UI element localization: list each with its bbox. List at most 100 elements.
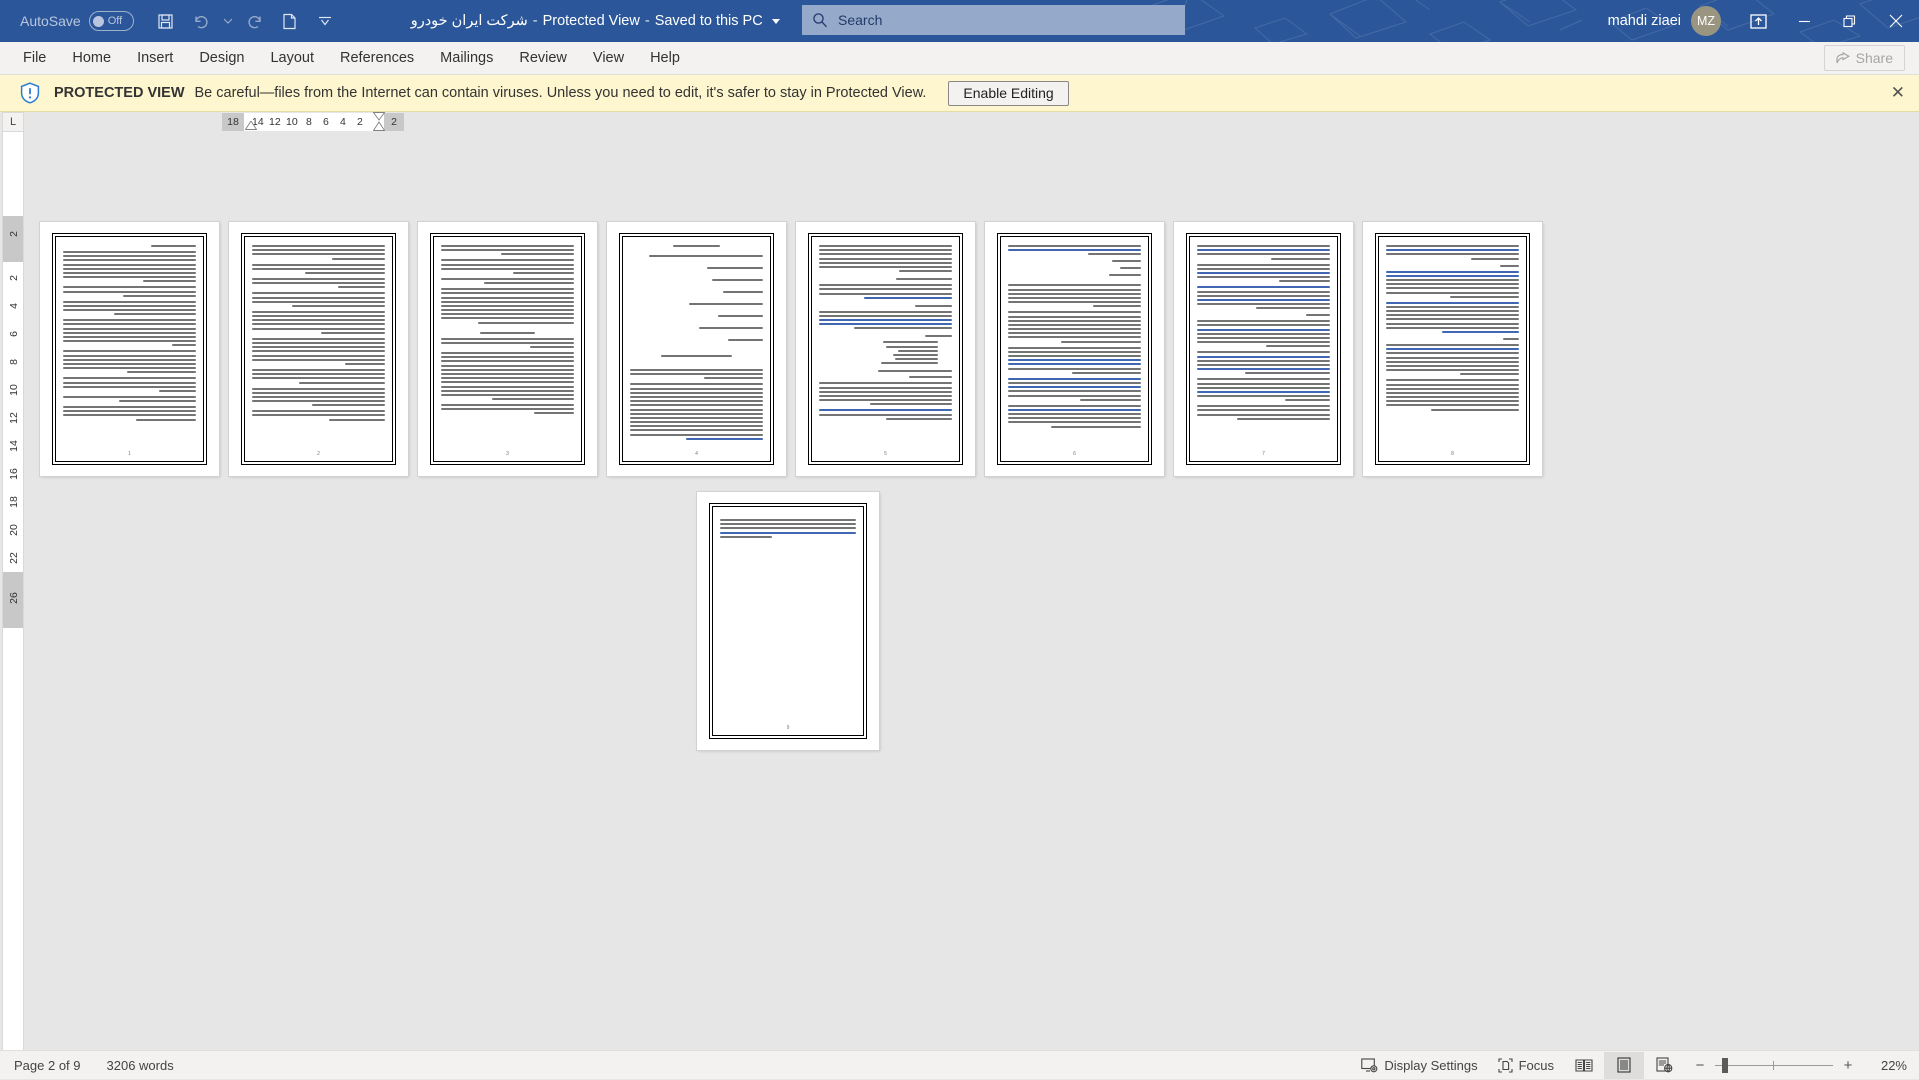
display-settings-label: Display Settings: [1384, 1058, 1477, 1073]
display-settings-button[interactable]: Display Settings: [1351, 1051, 1487, 1080]
ruler-tick-right-2: 2: [391, 116, 397, 128]
zoom-control[interactable]: − + 22%: [1694, 1051, 1907, 1080]
vruler-tick-14: 14: [8, 435, 20, 457]
title-bar-right-group: mahdi ziaei MZ: [1608, 0, 1919, 42]
title-separator-2: -: [645, 13, 650, 29]
page-number: 1: [56, 451, 203, 457]
close-banner-button[interactable]: ✕: [1891, 84, 1905, 101]
tab-selector-button[interactable]: L: [2, 112, 24, 132]
redo-button[interactable]: [239, 6, 271, 36]
document-title[interactable]: شرکت ایران خودرو - Protected View - Save…: [411, 13, 780, 29]
protected-view-title: PROTECTED VIEW: [54, 85, 185, 101]
undo-dropdown-button[interactable]: [220, 6, 236, 36]
status-bar: Page 2 of 9 3206 words Display Settings …: [0, 1050, 1919, 1079]
ruler-tick-8: 8: [306, 116, 312, 128]
chevron-down-icon[interactable]: [772, 19, 780, 24]
tab-home[interactable]: Home: [59, 42, 124, 75]
protected-view-message: Be careful—files from the Internet can c…: [195, 85, 927, 101]
display-settings-icon: [1361, 1058, 1378, 1073]
zoom-out-button[interactable]: −: [1694, 1057, 1706, 1074]
vertical-ruler[interactable]: 2 2 4 6 8 10 12 14 16 18 20 22 26: [2, 132, 24, 1050]
tab-references[interactable]: References: [327, 42, 427, 75]
tab-mailings[interactable]: Mailings: [427, 42, 506, 75]
focus-button[interactable]: Focus: [1488, 1051, 1564, 1080]
print-layout-view-button[interactable]: [1604, 1052, 1644, 1079]
zoom-in-button[interactable]: +: [1842, 1057, 1854, 1074]
document-page[interactable]: 8: [1363, 222, 1542, 476]
left-indent-marker[interactable]: [245, 121, 257, 130]
focus-label: Focus: [1519, 1058, 1554, 1073]
tab-help[interactable]: Help: [637, 42, 693, 75]
zoom-slider-midpoint: [1773, 1061, 1774, 1070]
search-input[interactable]: Search: [838, 12, 882, 28]
ruler-tick-10: 10: [286, 116, 298, 128]
page-number: 6: [1001, 451, 1148, 457]
page-number: 8: [1379, 451, 1526, 457]
document-page[interactable]: 5: [796, 222, 975, 476]
tab-insert[interactable]: Insert: [124, 42, 186, 75]
zoom-level-label[interactable]: 22%: [1869, 1058, 1907, 1073]
status-bar-right-group: Display Settings Focus: [1351, 1051, 1907, 1080]
save-button[interactable]: [150, 6, 182, 36]
vruler-tick-8: 8: [8, 351, 20, 373]
document-name-label: شرکت ایران خودرو: [411, 13, 528, 29]
document-page[interactable]: 2: [229, 222, 408, 476]
enable-editing-button[interactable]: Enable Editing: [948, 81, 1068, 106]
share-button[interactable]: Share: [1824, 45, 1905, 71]
document-page[interactable]: 7: [1174, 222, 1353, 476]
right-indent-marker[interactable]: [373, 112, 385, 132]
protected-view-banner: PROTECTED VIEW Be careful—files from the…: [0, 75, 1919, 112]
vruler-tick-16: 16: [8, 463, 20, 485]
vruler-tick-18: 18: [8, 491, 20, 513]
horizontal-ruler[interactable]: 18 14 12 10 8 6 4 2 2: [222, 113, 404, 131]
chevron-down-icon: [224, 18, 232, 24]
document-canvas[interactable]: 2 2 4 6 8 10 12 14 16 18 20 22 26: [0, 132, 1919, 1050]
close-button[interactable]: [1873, 0, 1919, 42]
new-document-button[interactable]: [274, 6, 306, 36]
search-box[interactable]: Search: [802, 5, 1185, 35]
avatar[interactable]: MZ: [1691, 6, 1721, 36]
web-layout-view-button[interactable]: [1644, 1052, 1684, 1079]
ruler-tick-4: 4: [340, 116, 346, 128]
tab-review[interactable]: Review: [506, 42, 580, 75]
page-number: 7: [1190, 451, 1337, 457]
document-page[interactable]: 1: [40, 222, 219, 476]
document-page[interactable]: 9: [697, 492, 879, 750]
document-page[interactable]: 6: [985, 222, 1164, 476]
autosave-control[interactable]: AutoSave Off: [20, 11, 134, 31]
zoom-slider[interactable]: [1715, 1051, 1833, 1080]
undo-button[interactable]: [185, 6, 217, 36]
document-page[interactable]: 4: [607, 222, 786, 476]
zoom-slider-thumb[interactable]: [1722, 1058, 1728, 1073]
read-mode-icon: [1575, 1058, 1593, 1073]
word-count[interactable]: 3206 words: [107, 1058, 174, 1073]
tab-layout[interactable]: Layout: [257, 42, 327, 75]
page-number: 5: [812, 451, 959, 457]
tab-view[interactable]: View: [580, 42, 637, 75]
read-mode-view-button[interactable]: [1564, 1052, 1604, 1079]
title-bar: AutoSave Off: [0, 0, 1919, 42]
minimize-icon: [1798, 15, 1811, 28]
document-page[interactable]: 3: [418, 222, 597, 476]
print-layout-icon: [1617, 1057, 1631, 1073]
pages-row: 1: [40, 222, 1542, 476]
vruler-tick-12: 12: [8, 407, 20, 429]
ruler-tick-2: 2: [357, 116, 363, 128]
customize-quick-access-button[interactable]: [309, 6, 341, 36]
tab-file[interactable]: File: [10, 42, 59, 75]
restore-button[interactable]: [1827, 0, 1873, 42]
focus-icon: [1498, 1058, 1513, 1073]
ruler-tick-12: 12: [269, 116, 281, 128]
undo-icon: [192, 13, 210, 30]
minimize-button[interactable]: [1781, 0, 1827, 42]
vruler-tick-2-top: 2: [8, 223, 20, 245]
autosave-toggle[interactable]: Off: [89, 11, 134, 31]
autosave-state-label: Off: [108, 15, 122, 27]
ribbon-display-options-button[interactable]: [1735, 0, 1781, 42]
page-indicator[interactable]: Page 2 of 9: [14, 1058, 81, 1073]
page-number: 3: [434, 451, 581, 457]
tab-design[interactable]: Design: [186, 42, 257, 75]
zoom-slider-track: [1715, 1065, 1833, 1066]
ruler-tick-6: 6: [323, 116, 329, 128]
protected-view-label: Protected View: [543, 13, 640, 29]
